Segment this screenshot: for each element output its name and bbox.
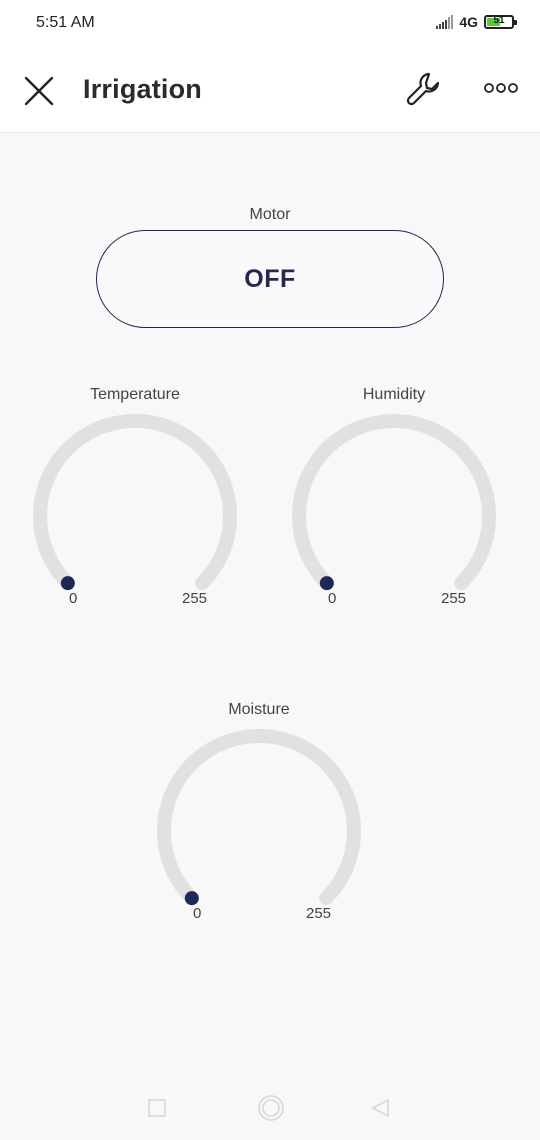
close-button[interactable] [22, 74, 56, 108]
status-icons: 4G 51 [436, 14, 517, 30]
home-icon[interactable] [257, 1094, 285, 1122]
temperature-min: 0 [69, 590, 78, 607]
temperature-gauge-track [33, 414, 237, 591]
motor-toggle-button[interactable]: OFF [96, 230, 444, 328]
temperature-gauge[interactable] [15, 396, 255, 636]
recent-apps-icon[interactable] [148, 1099, 166, 1117]
close-icon [24, 76, 54, 106]
system-nav-bar [0, 1080, 540, 1140]
more-options-button[interactable] [482, 78, 522, 98]
back-icon[interactable] [370, 1098, 390, 1118]
settings-button[interactable] [404, 70, 444, 110]
moisture-max: 255 [306, 905, 332, 922]
moisture-gauge[interactable] [139, 711, 379, 951]
battery-level: 51 [493, 15, 505, 26]
temperature-gauge-handle[interactable] [60, 576, 75, 591]
moisture-gauge-track [157, 729, 361, 906]
humidity-max: 255 [441, 590, 467, 607]
humidity-gauge[interactable] [274, 396, 514, 636]
status-time: 5:51 AM [36, 14, 95, 31]
status-bar: 5:51 AM 4G 51 [0, 0, 540, 48]
humidity-gauge-track [292, 414, 496, 591]
network-type: 4G [459, 14, 478, 30]
temperature-max: 255 [182, 590, 208, 607]
app-header: Irrigation [0, 48, 540, 133]
more-icon [484, 83, 518, 93]
moisture-gauge-handle[interactable] [184, 891, 199, 906]
signal-icon [436, 15, 454, 29]
motor-label: Motor [249, 206, 291, 223]
wrench-icon [406, 72, 440, 106]
humidity-min: 0 [328, 590, 337, 607]
page-title: Irrigation [83, 74, 203, 104]
moisture-min: 0 [193, 905, 202, 922]
battery-icon: 51 [484, 15, 517, 29]
humidity-gauge-handle[interactable] [319, 576, 334, 591]
